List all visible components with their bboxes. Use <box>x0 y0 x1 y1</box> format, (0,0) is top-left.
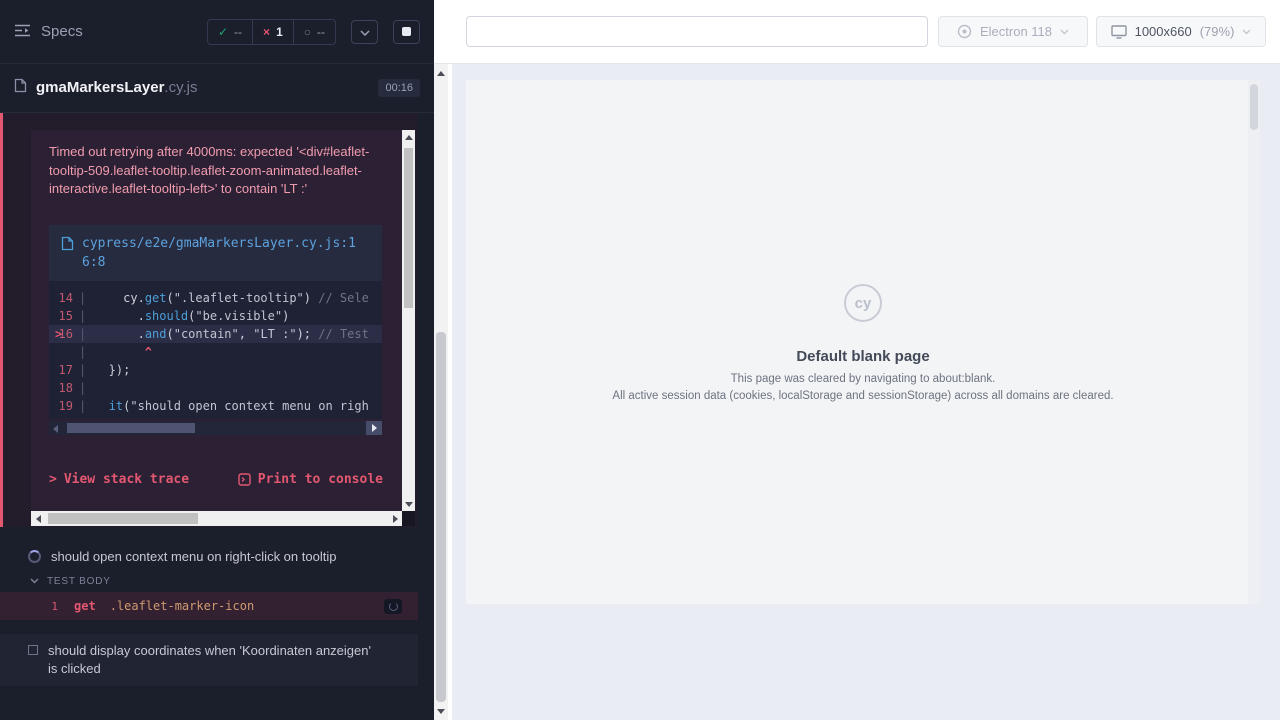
code-line: 17| }); <box>49 361 382 379</box>
spec-extension: .cy.js <box>164 79 197 96</box>
scroll-right-icon <box>366 421 382 435</box>
cypress-runner: Specs ✓ -- × 1 ○ -- <box>0 0 1280 720</box>
browser-label: Electron 118 <box>980 24 1052 39</box>
electron-icon <box>957 24 972 39</box>
code-frame-file-path: cypress/e2e/gmaMarkersLayer.cy.js:16:8 <box>82 234 370 272</box>
error-vscrollbar[interactable] <box>402 130 415 511</box>
test-title: should display coordinates when 'Koordin… <box>48 642 380 678</box>
aut-scroll-thumb[interactable] <box>1250 84 1258 130</box>
stat-pending-count: -- <box>317 25 325 39</box>
code-frame-file-link[interactable]: cypress/e2e/gmaMarkersLayer.cy.js:16:8 <box>49 225 382 281</box>
specs-label: Specs <box>41 23 83 40</box>
error-hscroll-thumb[interactable] <box>48 513 198 524</box>
spec-timer: 00:16 <box>378 79 420 97</box>
scroll-right-button[interactable] <box>388 511 402 526</box>
command-number: 1 <box>46 600 58 613</box>
print-to-console-label: Print to console <box>258 472 383 487</box>
spec-header: gmaMarkersLayer.cy.js 00:16 <box>0 64 434 113</box>
code-frame-hscroll-thumb[interactable] <box>67 423 195 433</box>
chevron-down-icon <box>360 24 370 39</box>
command-message: .leaflet-marker-icon <box>110 599 255 613</box>
code-lines: 14| cy.get(".leaflet-tooltip") // Sele15… <box>49 281 382 419</box>
view-stack-trace-label: View stack trace <box>64 472 189 487</box>
chevron-down-icon <box>1242 29 1251 35</box>
circle-icon: ○ <box>304 26 311 38</box>
scrollbar-corner <box>402 511 415 526</box>
test-body-header[interactable]: TEST BODY <box>0 572 418 590</box>
code-line: 18| <box>49 379 382 397</box>
failed-attempt: Timed out retrying after 4000ms: expecte… <box>0 113 418 527</box>
check-icon: ✓ <box>218 26 228 38</box>
viewport-scale: (79%) <box>1200 24 1235 39</box>
test-item-running[interactable]: should open context menu on right-click … <box>0 543 418 569</box>
reporter-panel: Specs ✓ -- × 1 ○ -- <box>0 0 434 720</box>
browser-select[interactable]: Electron 118 <box>938 16 1088 47</box>
aut-frame: cy Default blank page This page was clea… <box>466 80 1260 604</box>
test-title: should open context menu on right-click … <box>51 549 336 564</box>
test-stats: ✓ -- × 1 ○ -- <box>207 19 336 45</box>
spinner-icon <box>28 550 41 563</box>
stop-icon <box>402 27 411 36</box>
command-row[interactable]: 1 get .leaflet-marker-icon <box>0 592 418 620</box>
pending-square-icon <box>28 645 38 655</box>
viewport-select[interactable]: 1000x660 (79%) <box>1096 16 1266 47</box>
url-input[interactable] <box>466 16 928 47</box>
test-item-pending[interactable]: should display coordinates when 'Koordin… <box>0 634 418 686</box>
blank-page-message-2: All active session data (cookies, localS… <box>612 390 1113 402</box>
code-line: >16| .and("contain", "LT :"); // Test <box>49 325 382 343</box>
aut-container: cy Default blank page This page was clea… <box>448 64 1280 720</box>
error-vscroll-thumb[interactable] <box>404 148 413 308</box>
scroll-down-button[interactable] <box>434 704 448 718</box>
x-icon: × <box>263 26 270 38</box>
viewport-size: 1000x660 <box>1135 24 1192 39</box>
scroll-down-button[interactable] <box>402 497 415 511</box>
scroll-left-icon <box>53 425 58 433</box>
spec-name: gmaMarkersLayer <box>36 79 164 96</box>
command-retry-badge <box>384 599 402 614</box>
code-line: | ^ <box>49 343 382 361</box>
chevron-down-icon <box>1060 29 1069 35</box>
aut-scrollbar[interactable] <box>1248 80 1260 604</box>
error-message: Timed out retrying after 4000ms: expecte… <box>49 143 383 199</box>
code-line: 14| cy.get(".leaflet-tooltip") // Sele <box>49 289 382 307</box>
error-actions: > View stack trace Print to console <box>49 472 383 487</box>
stat-passed: ✓ -- <box>208 20 252 44</box>
stat-failed-count: 1 <box>276 25 283 39</box>
print-to-console-button[interactable]: Print to console <box>238 472 383 487</box>
code-line: 19| it("should open context menu on righ <box>49 397 382 415</box>
url-toolbar: Electron 118 1000x660 (79%) <box>434 0 1280 64</box>
reporter-header: Specs ✓ -- × 1 ○ -- <box>0 0 434 64</box>
reporter-scroll-thumb[interactable] <box>436 332 446 702</box>
reporter-scrollbar[interactable] <box>434 64 448 720</box>
cypress-logo: cy <box>844 284 882 322</box>
collapse-all-button[interactable] <box>351 20 378 44</box>
file-icon <box>61 236 74 272</box>
code-frame-hscrollbar[interactable] <box>49 421 382 435</box>
console-icon <box>238 473 251 486</box>
spec-file-icon <box>14 78 27 98</box>
code-line: 15| .should("be.visible") <box>49 307 382 325</box>
stat-failed: × 1 <box>252 20 293 44</box>
scroll-up-button[interactable] <box>434 66 448 80</box>
stop-button[interactable] <box>393 20 420 44</box>
view-stack-trace-button[interactable]: > View stack trace <box>49 472 189 487</box>
blank-page-message-1: This page was cleared by navigating to a… <box>731 373 996 385</box>
test-body-label: TEST BODY <box>47 576 111 587</box>
code-frame: cypress/e2e/gmaMarkersLayer.cy.js:16:8 1… <box>49 225 382 435</box>
stat-pending: ○ -- <box>293 20 335 44</box>
stat-passed-count: -- <box>234 25 242 39</box>
scroll-left-button[interactable] <box>31 511 45 526</box>
error-hscrollbar[interactable] <box>31 511 402 526</box>
viewport-icon <box>1111 25 1127 39</box>
specs-list-icon <box>14 24 31 40</box>
specs-menu-button[interactable] <box>14 24 31 40</box>
scroll-up-button[interactable] <box>402 130 415 144</box>
error-display: Timed out retrying after 4000ms: expecte… <box>31 130 402 511</box>
blank-page-title: Default blank page <box>796 348 929 365</box>
retry-spinner-icon <box>389 602 398 611</box>
command-name: get <box>74 599 96 613</box>
chevron-down-icon <box>30 578 39 584</box>
chevron-right-icon: > <box>49 472 57 487</box>
